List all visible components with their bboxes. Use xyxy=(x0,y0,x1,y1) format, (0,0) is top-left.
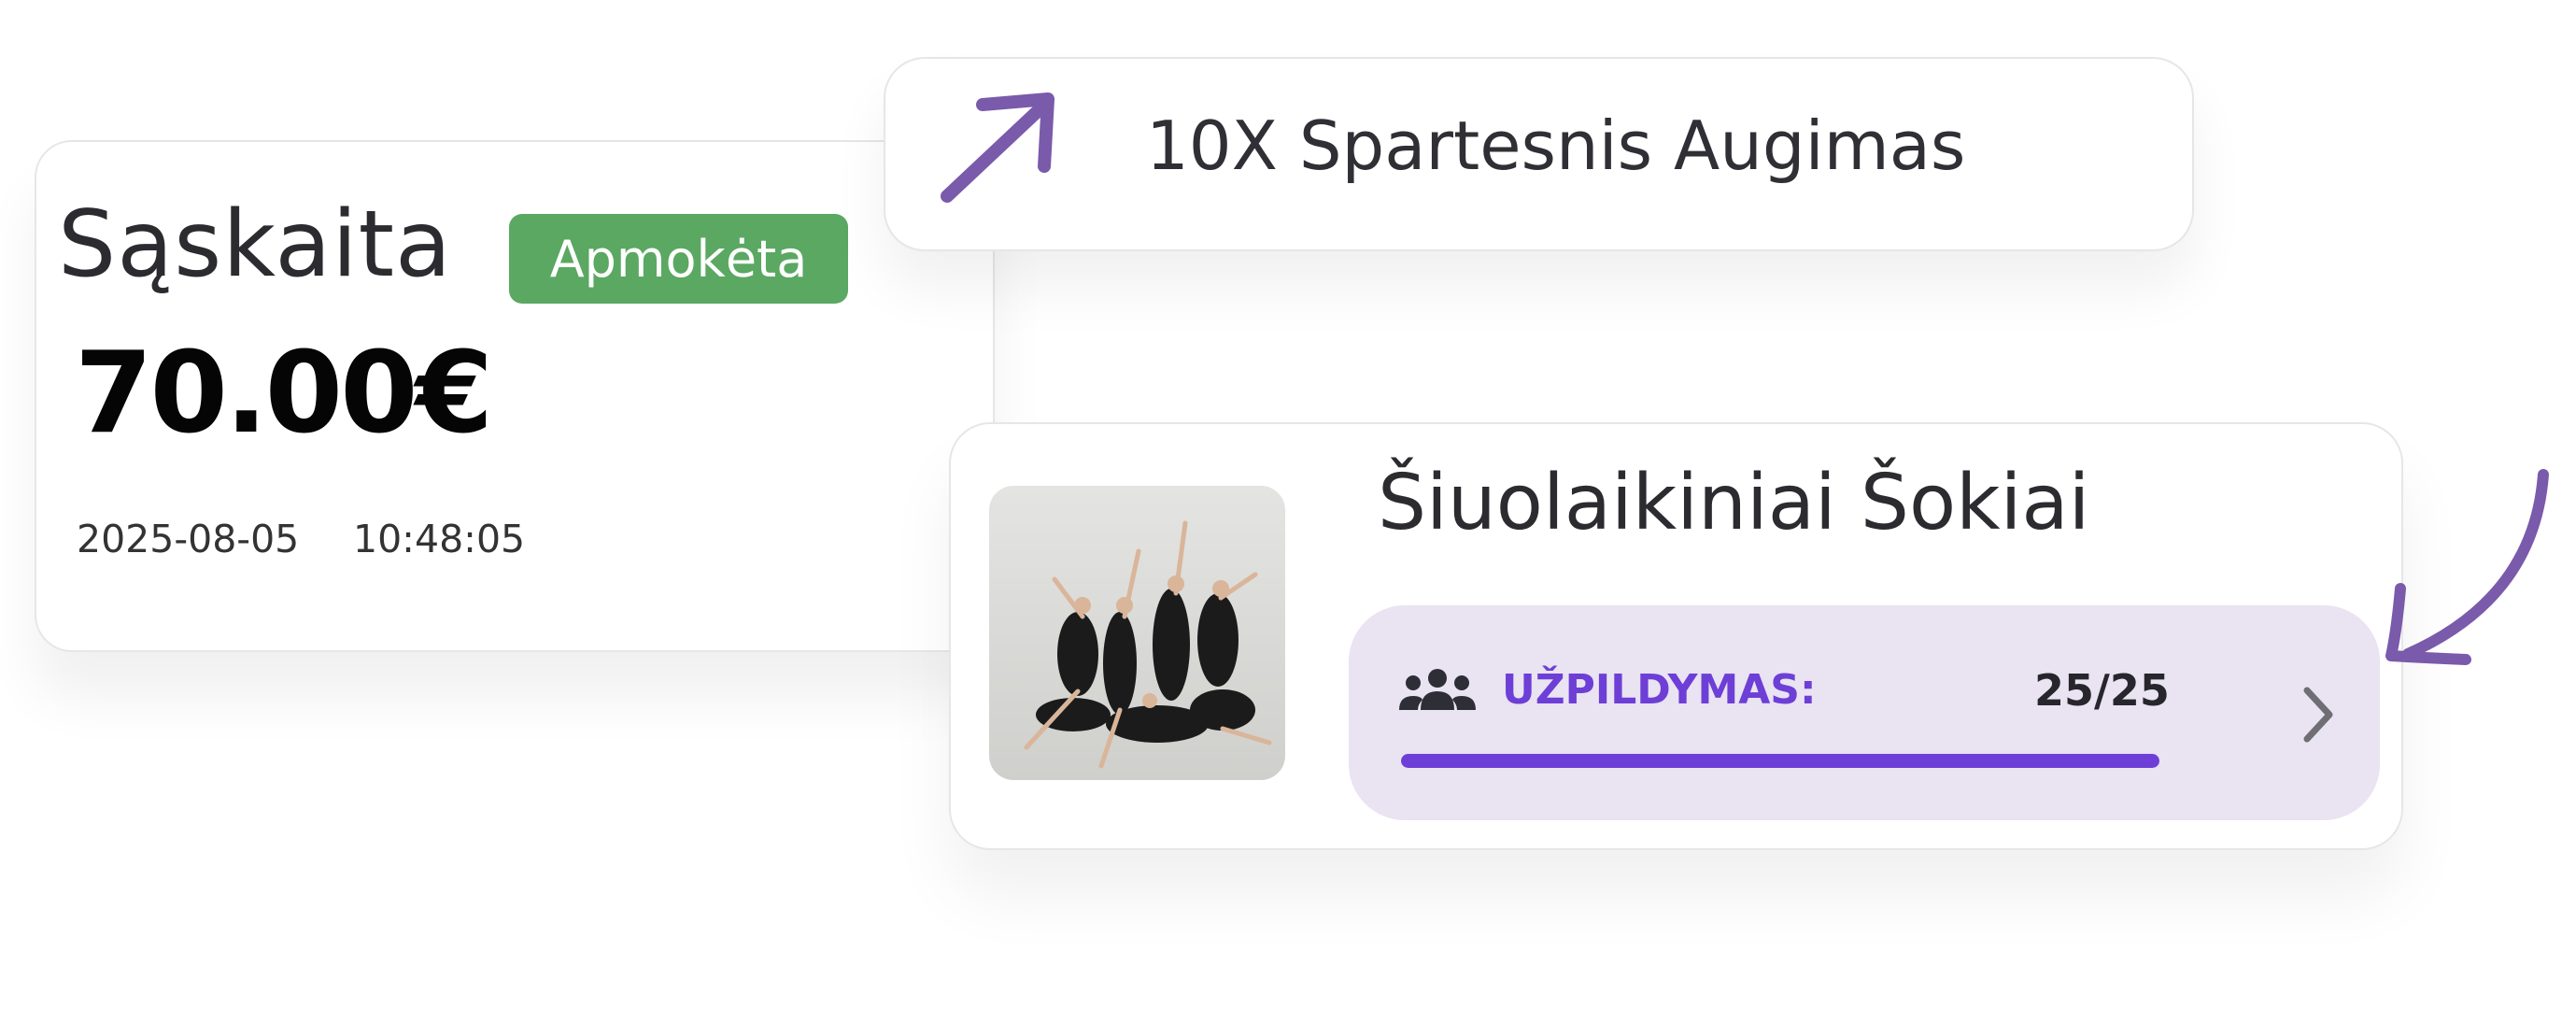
invoice-time: 10:48:05 xyxy=(353,517,526,561)
capacity-count: 25/25 xyxy=(2034,665,2170,716)
invoice-date: 2025-08-05 xyxy=(77,517,300,561)
capacity-progress-fill xyxy=(1401,754,2159,768)
growth-text: 10X Spartesnis Augimas xyxy=(1146,106,1966,185)
status-badge: Apmokėta xyxy=(509,214,848,304)
curved-arrow-icon xyxy=(2385,469,2549,665)
chevron-right-icon[interactable] xyxy=(2300,685,2337,745)
group-icon xyxy=(1399,669,1476,710)
invoice-amount: 70.00€ xyxy=(75,329,493,459)
arrow-up-right-icon xyxy=(941,92,1054,203)
class-title: Šiuolaikiniai Šokiai xyxy=(1378,459,2090,547)
capacity-label: UŽPILDYMAS: xyxy=(1502,666,1817,714)
class-photo xyxy=(989,486,1285,780)
capacity-progress-bar xyxy=(1401,754,2159,768)
invoice-title: Sąskaita xyxy=(58,192,453,298)
